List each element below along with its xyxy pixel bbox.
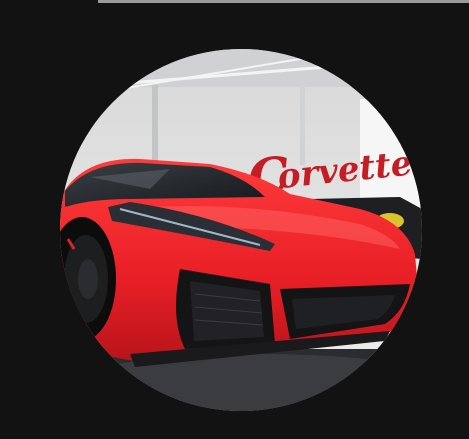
- car-photo: C orvette: [60, 49, 422, 411]
- page: C orvette: [0, 0, 469, 439]
- top-divider: [98, 0, 469, 3]
- avatar[interactable]: C orvette: [60, 49, 422, 411]
